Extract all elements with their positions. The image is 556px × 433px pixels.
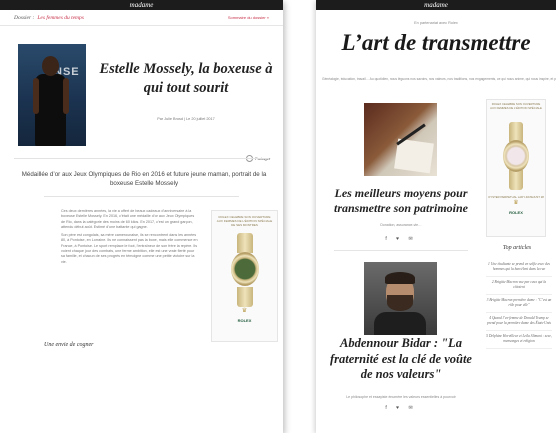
article-byline: Par Julie Brosd | Le 20 juillet 2017	[157, 117, 215, 121]
ad-subtitle: OYSTER PERPETUAL LADY-DATEJUST 28	[488, 194, 544, 199]
dossier-bar: Dossier : Les femmes du temps Sommaire d…	[0, 10, 283, 26]
top-article-link[interactable]: 3 Brigitte Macron première dame : "C’est…	[486, 295, 552, 313]
dossier-label: Dossier :	[14, 14, 35, 21]
ad-brand: ROLEX	[509, 209, 523, 215]
card-photo[interactable]	[364, 103, 437, 176]
article-page-screenshot: madame Dossier : Les femmes du temps Som…	[0, 0, 283, 433]
dossier-summary-link[interactable]: Sommaire du dossier »	[228, 15, 269, 20]
section-intro: Généalogie, éducation, travail… Au quoti…	[322, 77, 556, 81]
share-icons[interactable]: f ♥ ✉	[324, 405, 478, 411]
article-subheading: Une envie de cogner	[44, 342, 94, 348]
article-paragraph: Ces deux dernières années, la vie a offe…	[61, 209, 195, 229]
ad-text: ROLEX CELEBRE SON OUVERTURE AUX FEMMES D…	[216, 215, 273, 227]
site-logo[interactable]: madame	[316, 0, 556, 10]
section-page-screenshot: madame En partenariat avec Rolex L’art d…	[316, 0, 556, 433]
ad-brand: ROLEX	[237, 318, 252, 323]
top-article-link[interactable]: 4 Quand l’ex-femme de Donald Trump se pr…	[486, 313, 552, 331]
top-articles-heading: Top articles	[502, 245, 532, 251]
card-title[interactable]: Les meilleurs moyens pour transmettre so…	[324, 186, 478, 216]
card-subtitle: Donation, assurance-vie…	[380, 223, 422, 227]
article-photo: NSE	[18, 44, 86, 146]
watch-image	[228, 233, 262, 307]
top-article-link[interactable]: 2 Brigitte Macron vue par ceux qui la cô…	[486, 277, 552, 295]
rolex-ad[interactable]: ROLEX CELEBRE SON OUVERTURE AUX FEMMES D…	[486, 99, 546, 237]
section-title: L’art de transmettre	[341, 30, 531, 55]
article-lead: Médaillée d’or aux Jeux Olympiques de Ri…	[21, 171, 267, 187]
card-photo[interactable]	[364, 262, 437, 335]
share-icons[interactable]: f ♥ ✉	[324, 236, 478, 242]
article-headline: Estelle Mossely, la boxeuse à qui tout s…	[99, 61, 273, 96]
top-article-link[interactable]: 5 Delphine Horvilleur et Leïla Slimani :…	[486, 331, 552, 349]
crown-icon: ♛	[513, 199, 519, 206]
top-articles-list: 1 Une étudiante se prend en selfie avec …	[486, 259, 552, 349]
crown-icon: ♛	[241, 308, 248, 314]
article-paragraph: Son père est congolais, sa mère cameroun…	[61, 233, 198, 264]
top-article-link[interactable]: 1 Une étudiante se prend en selfie avec …	[486, 259, 552, 277]
dossier-title[interactable]: Les femmes du temps	[37, 15, 84, 21]
site-logo[interactable]: madame	[0, 0, 283, 10]
divider	[44, 196, 239, 197]
divider	[14, 158, 269, 159]
rolex-ad[interactable]: ROLEX CELEBRE SON OUVERTURE AUX FEMMES D…	[211, 210, 278, 342]
article-body: Ces deux dernières années, la vie a offe…	[61, 209, 199, 268]
partner-label: En partenariat avec Rolex	[414, 21, 458, 25]
article-hero: NSE Estelle Mossely, la boxeuse à qui to…	[0, 42, 283, 162]
card-subtitle: Le philosophe et essayiste énumère les v…	[346, 395, 456, 399]
card-title[interactable]: Abdennour Bidar : "La fraternité est la …	[324, 336, 478, 383]
ad-text: ROLEX CELEBRE SON OUVERTURE AUX FEMMES D…	[490, 102, 542, 110]
watch-image	[501, 121, 531, 190]
divider	[334, 250, 468, 251]
